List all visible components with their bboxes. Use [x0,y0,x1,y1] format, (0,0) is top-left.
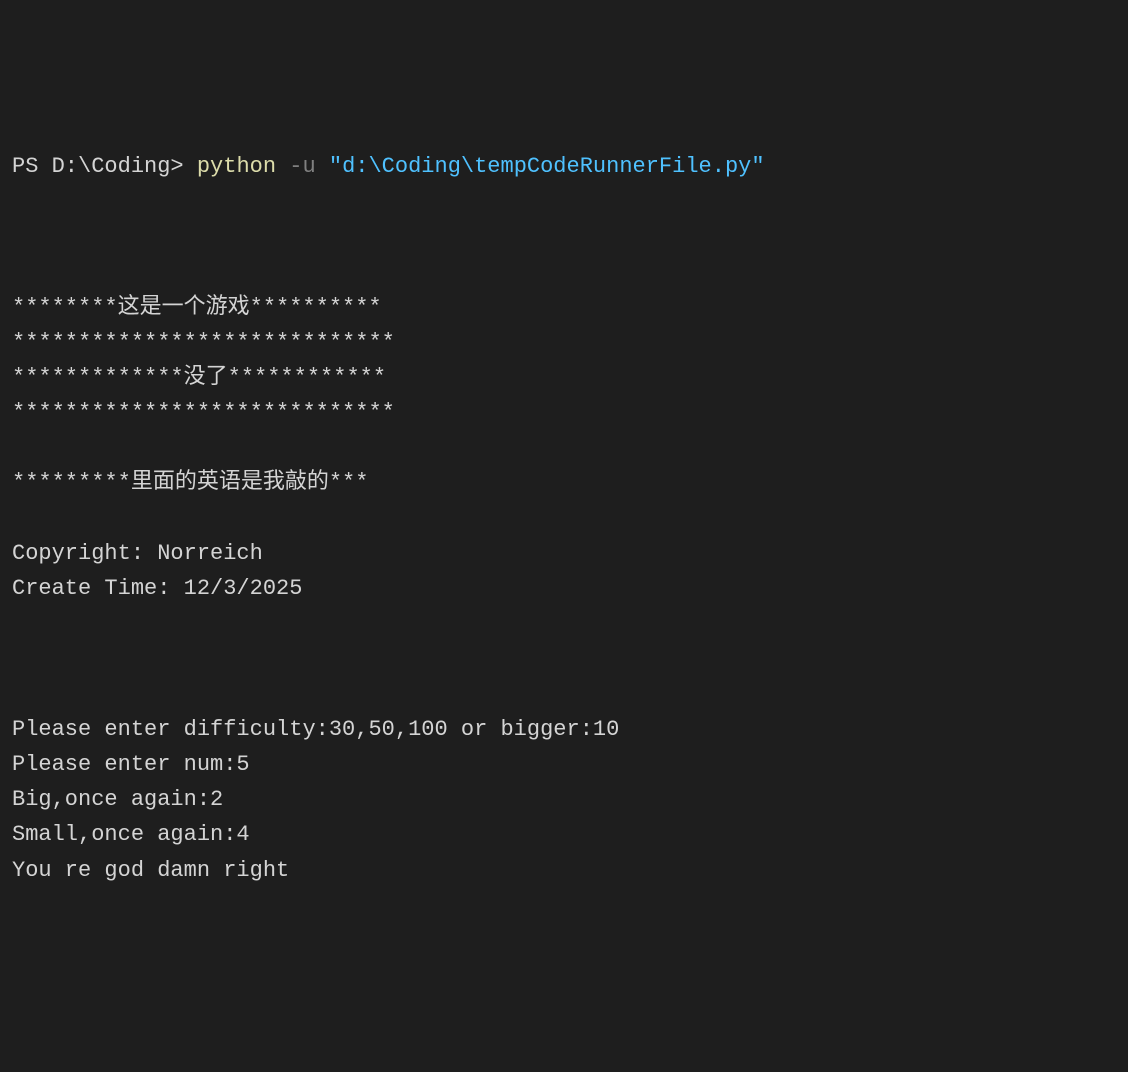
feedback-small-line: Small,once again:4 [12,817,1116,852]
blank-line [12,501,1116,536]
banner-line: *************没了************ [12,360,1116,395]
blank-line [12,677,1116,712]
num-prompt-line: Please enter num:5 [12,747,1116,782]
success-line: You re god damn right [12,853,1116,888]
blank-line [12,219,1116,254]
banner-line: ***************************** [12,395,1116,430]
shell-prompt: PS D:\Coding> [12,154,197,179]
command-prompt-line: PS D:\Coding> python -u "d:\Coding\tempC… [12,149,1116,184]
banner-line: ********这是一个游戏********** [12,290,1116,325]
banner-line: *********里面的英语是我敲的*** [12,465,1116,500]
blank-line [12,430,1116,465]
blank-line [12,606,1116,641]
blank-line [12,254,1116,289]
command-flag: -u [276,154,329,179]
copyright-line: Copyright: Norreich [12,536,1116,571]
blank-line [12,641,1116,676]
file-path-argument: "d:\Coding\tempCodeRunnerFile.py" [329,154,765,179]
terminal-output[interactable]: PS D:\Coding> python -u "d:\Coding\tempC… [12,149,1116,888]
banner-line: ***************************** [12,325,1116,360]
command-name: python [197,154,276,179]
difficulty-prompt-line: Please enter difficulty:30,50,100 or big… [12,712,1116,747]
blank-line [12,184,1116,219]
create-time-line: Create Time: 12/3/2025 [12,571,1116,606]
feedback-big-line: Big,once again:2 [12,782,1116,817]
